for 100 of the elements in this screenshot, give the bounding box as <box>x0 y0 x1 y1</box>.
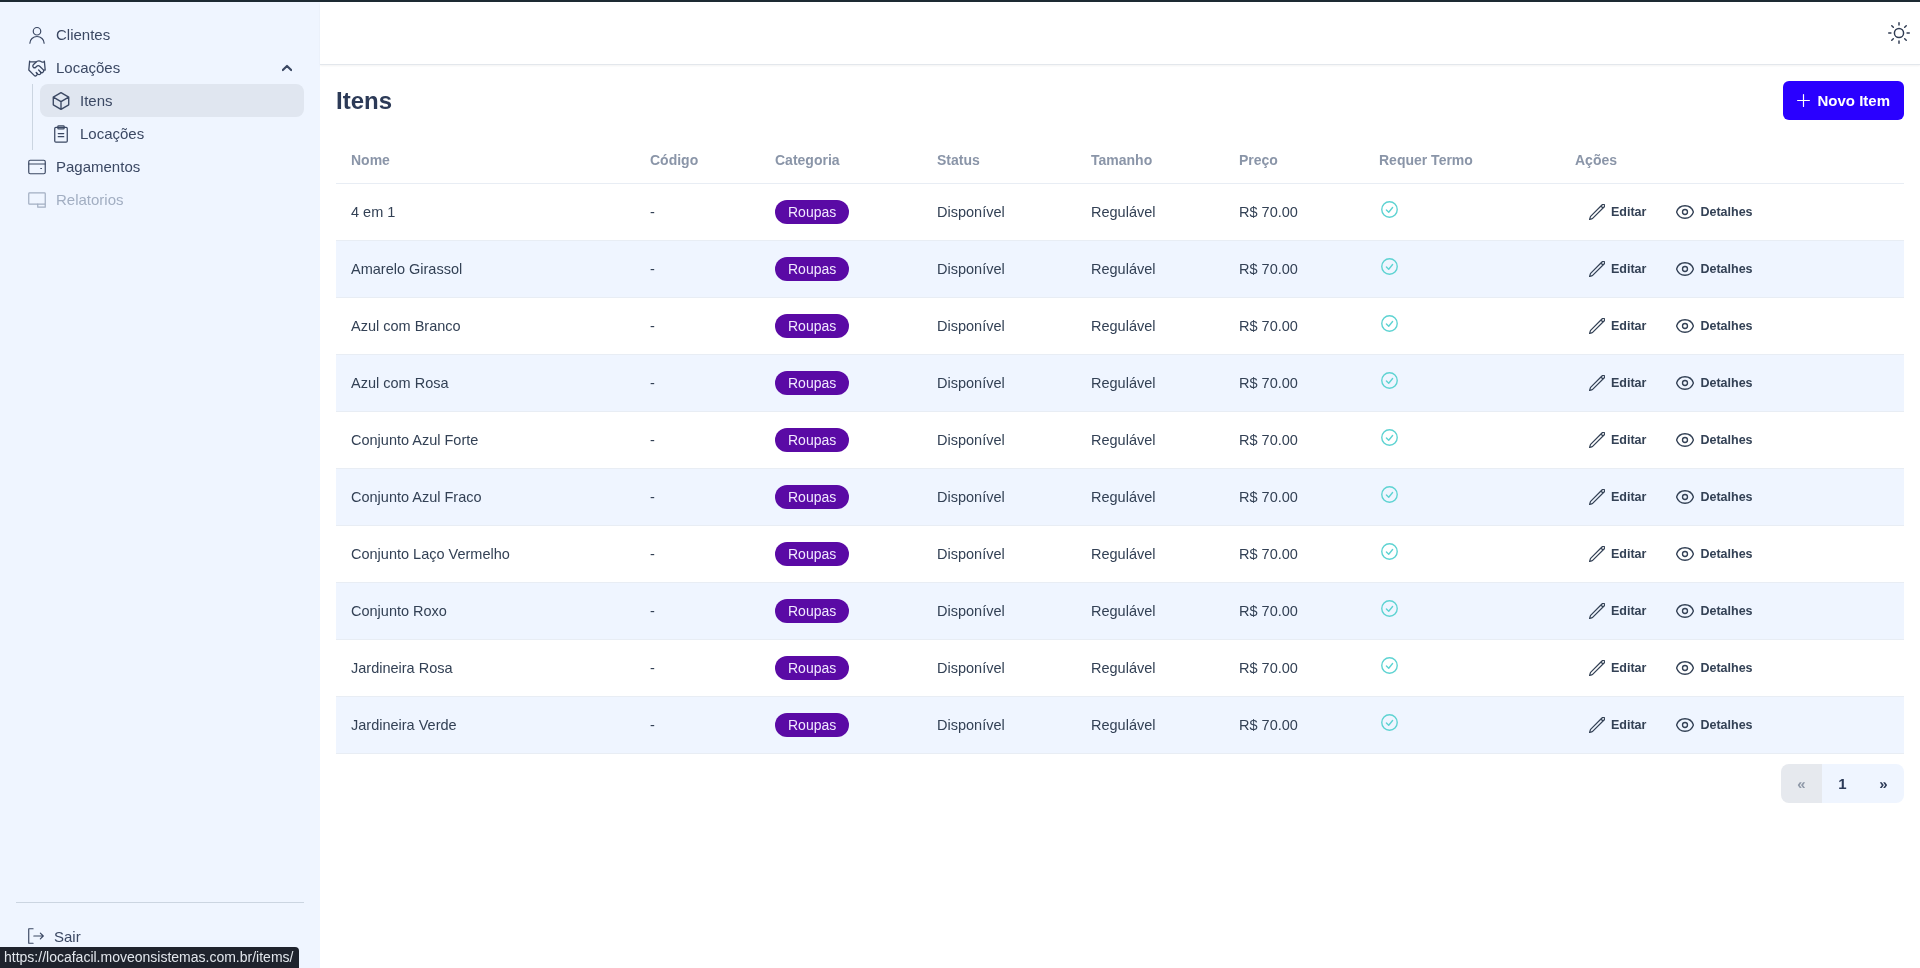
category-badge: Roupas <box>775 599 850 623</box>
table-cell: R$ 70.00 <box>1239 717 1298 733</box>
table-cell: Regulável <box>1091 717 1156 733</box>
table-cell: R$ 70.00 <box>1239 546 1298 562</box>
table-cell: Regulável <box>1091 489 1156 505</box>
details-button[interactable]: Detalhes <box>1668 597 1761 625</box>
logout-button[interactable]: Sair <box>16 925 304 947</box>
table-cell: Regulável <box>1091 546 1156 562</box>
edit-button[interactable]: Editar <box>1581 426 1655 454</box>
table-cell: Conjunto Azul Fraco <box>351 489 482 505</box>
pencil-icon <box>1589 204 1605 220</box>
pagination-button[interactable]: 1 <box>1822 764 1863 803</box>
page-title: Itens <box>336 86 392 115</box>
edit-button[interactable]: Editar <box>1581 483 1655 511</box>
eye-icon <box>1676 376 1695 390</box>
details-button[interactable]: Detalhes <box>1668 483 1761 511</box>
sidebar-item[interactable]: Pagamentos <box>16 150 304 183</box>
category-badge: Roupas <box>775 200 850 224</box>
edit-button[interactable]: Editar <box>1581 711 1655 739</box>
column-header: Código <box>650 151 699 168</box>
table-cell: - <box>650 546 655 562</box>
table-cell: Regulável <box>1091 603 1156 619</box>
category-badge: Roupas <box>775 713 850 737</box>
table-cell: Jardineira Verde <box>351 717 457 733</box>
eye-icon <box>1676 205 1695 219</box>
eye-icon <box>1676 262 1695 276</box>
plus-icon <box>1797 94 1811 107</box>
table-cell: R$ 70.00 <box>1239 603 1298 619</box>
table-cell: Disponível <box>937 603 1005 619</box>
table-cell: - <box>650 717 655 733</box>
table-cell: Regulável <box>1091 660 1156 676</box>
logout-icon <box>28 928 44 944</box>
table-cell: - <box>650 318 655 334</box>
table-cell: - <box>650 489 655 505</box>
table-cell: Azul com Rosa <box>351 375 449 391</box>
sidebar-item[interactable]: Locações <box>16 51 304 84</box>
edit-button[interactable]: Editar <box>1581 540 1655 568</box>
table-cell: Amarelo Girassol <box>351 261 463 277</box>
edit-button[interactable]: Editar <box>1581 654 1655 682</box>
sidebar-item[interactable]: Itens <box>40 84 304 117</box>
table-cell: - <box>650 432 655 448</box>
pencil-icon <box>1589 375 1605 391</box>
column-header: Nome <box>351 151 390 168</box>
details-button[interactable]: Detalhes <box>1668 255 1761 283</box>
eye-icon <box>1676 718 1695 732</box>
column-header: Categoria <box>775 151 840 168</box>
category-badge: Roupas <box>775 485 850 509</box>
pencil-icon <box>1589 603 1605 619</box>
details-button[interactable]: Detalhes <box>1668 369 1761 397</box>
edit-button[interactable]: Editar <box>1581 255 1655 283</box>
pencil-icon <box>1589 432 1605 448</box>
category-badge: Roupas <box>775 656 850 680</box>
details-button[interactable]: Detalhes <box>1668 198 1761 226</box>
table-cell: Regulável <box>1091 261 1156 277</box>
edit-button[interactable]: Editar <box>1581 369 1655 397</box>
table-cell: Jardineira Rosa <box>351 660 453 676</box>
table-cell: R$ 70.00 <box>1239 432 1298 448</box>
url-tooltip: https://locafacil.moveonsistemas.com.br/items/ <box>0 947 300 968</box>
table-cell: Disponível <box>937 318 1005 334</box>
details-button[interactable]: Detalhes <box>1668 654 1761 682</box>
pencil-icon <box>1589 318 1605 334</box>
table-cell: Disponível <box>937 261 1005 277</box>
details-button[interactable]: Detalhes <box>1668 540 1761 568</box>
table-cell: Disponível <box>937 717 1005 733</box>
chevron-up-icon[interactable] <box>282 63 292 72</box>
edit-button[interactable]: Editar <box>1581 312 1655 340</box>
table-cell: R$ 70.00 <box>1239 261 1298 277</box>
sun-icon[interactable] <box>1888 22 1910 44</box>
column-header: Ações <box>1575 151 1618 168</box>
category-badge: Roupas <box>775 257 850 281</box>
eye-icon <box>1676 319 1695 333</box>
table-cell: Disponível <box>937 375 1005 391</box>
eye-icon <box>1676 490 1695 504</box>
pencil-icon <box>1589 261 1605 277</box>
edit-button[interactable]: Editar <box>1581 597 1655 625</box>
column-header: Tamanho <box>1091 151 1153 168</box>
details-button[interactable]: Detalhes <box>1668 711 1761 739</box>
new-item-button[interactable]: Novo Item <box>1783 81 1904 120</box>
details-button[interactable]: Detalhes <box>1668 426 1761 454</box>
sidebar-item[interactable]: Clientes <box>16 18 304 51</box>
column-header: Status <box>937 151 980 168</box>
sidebar-item[interactable]: Locações <box>40 117 304 150</box>
table-cell: Disponível <box>937 546 1005 562</box>
table-cell: Disponível <box>937 489 1005 505</box>
table-cell: 4 em 1 <box>351 204 396 220</box>
eye-icon <box>1676 433 1695 447</box>
clipboard-icon <box>52 124 70 143</box>
table-cell: - <box>650 603 655 619</box>
handshake-icon <box>28 58 46 77</box>
category-badge: Roupas <box>775 428 850 452</box>
eye-icon <box>1676 661 1695 675</box>
table-cell: Conjunto Azul Forte <box>351 432 479 448</box>
pencil-icon <box>1589 489 1605 505</box>
details-button[interactable]: Detalhes <box>1668 312 1761 340</box>
table-cell: - <box>650 660 655 676</box>
pagination-button[interactable]: » <box>1863 764 1904 803</box>
pencil-icon <box>1589 660 1605 676</box>
edit-button[interactable]: Editar <box>1581 198 1655 226</box>
column-header: Preço <box>1239 151 1278 168</box>
table-cell: R$ 70.00 <box>1239 489 1298 505</box>
